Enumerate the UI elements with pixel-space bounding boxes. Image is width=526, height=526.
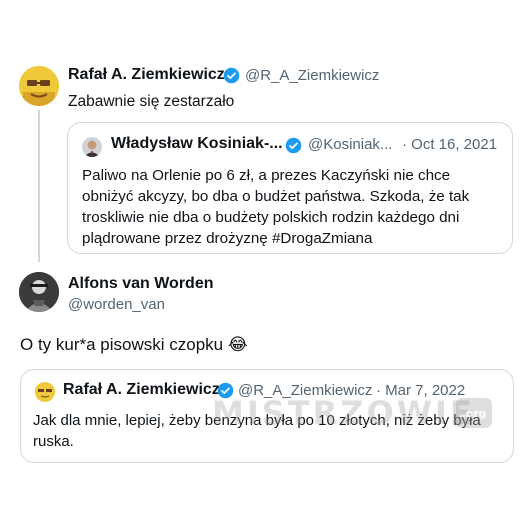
thread-connector-line [38,110,40,262]
quoted-tweet-text: Paliwo na Orlenie po 6 zł, a prezes Kacz… [82,165,469,249]
laughing-emoji-icon: 😂 [227,335,248,354]
reply-text: O ty kur*a pisowski czopku [20,335,224,354]
quoted-text-line: obniżyć akcyzy, bo dba o budżet państwa.… [82,188,470,205]
avatar[interactable] [19,272,59,312]
watermark-badge: .org [456,398,492,428]
tweet-text: O ty kur*a pisowski czopku 😂 [20,334,248,355]
author-handle[interactable]: @R_A_Ziemkiewicz [245,67,379,84]
verified-badge-icon [285,137,302,154]
quoted-text-line: plądrowane przez drożyznę #DrogaZmiana [82,230,373,247]
quoted-text-line: ruska. [33,433,74,450]
quoted-author-name[interactable]: Władysław Kosiniak-... [111,135,283,153]
verified-badge-icon [223,67,240,84]
avatar [82,137,102,157]
quoted-text-line: troskliwie nie dba o budżety polskich ro… [82,209,460,226]
tweet-text: Zabawnie się zestarzało [68,93,235,110]
quoted-author-name[interactable]: Rafał A. Ziemkiewicz [63,381,220,399]
quoted-text-line: Paliwo na Orlenie po 6 zł, a prezes Kacz… [82,167,451,184]
author-name[interactable]: Alfons van Worden [68,275,214,293]
avatar[interactable] [19,66,59,106]
author-name[interactable]: Rafał A. Ziemkiewicz [68,66,225,84]
author-handle[interactable]: @worden_van [68,296,165,313]
quoted-author-handle[interactable]: @Kosiniak... [308,136,392,153]
quoted-tweet-card[interactable]: Władysław Kosiniak-... @Kosiniak... · Oc… [67,122,513,254]
quoted-tweet-date[interactable]: · Oct 16, 2021 [402,136,497,153]
watermark-text: MISTRZOWIE [212,394,475,432]
avatar [35,382,55,402]
